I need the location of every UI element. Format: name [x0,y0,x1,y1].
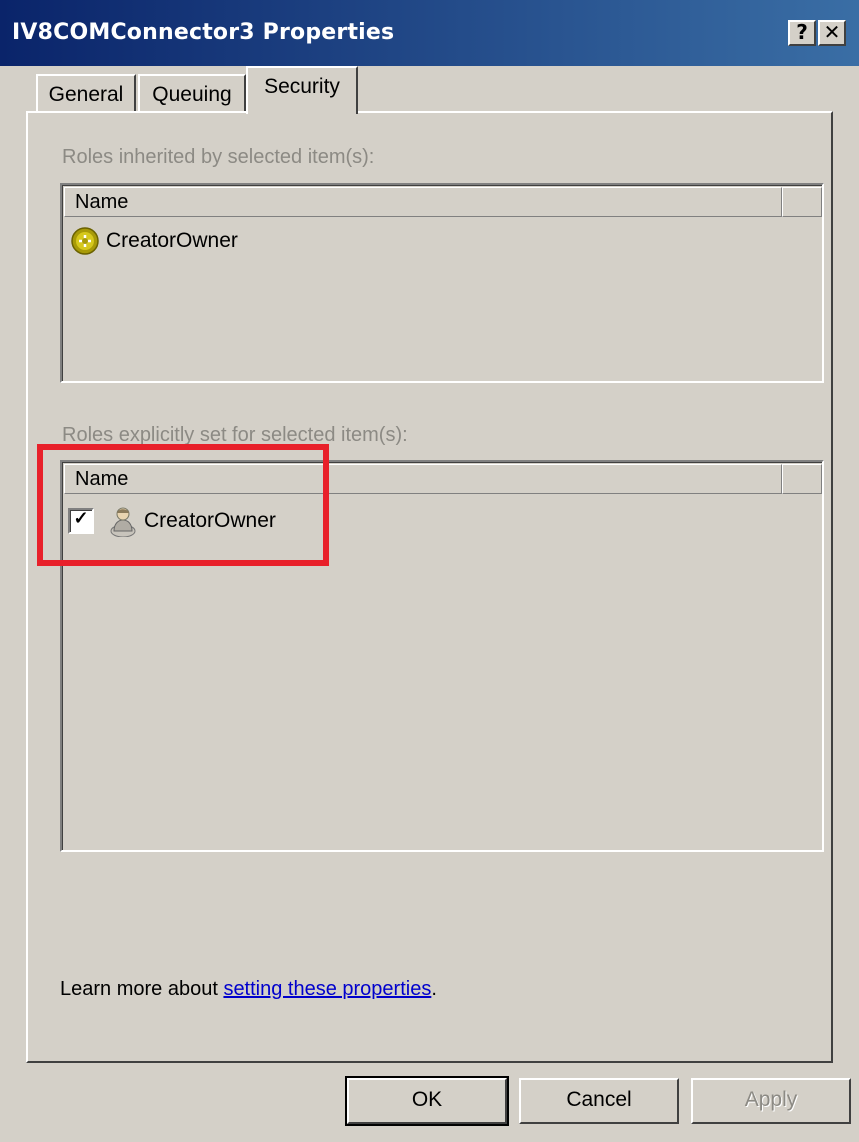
close-button[interactable]: ✕ [818,20,846,46]
learn-more-text: Learn more about setting these propertie… [60,978,437,1001]
check-mark: ✓ [73,508,89,528]
inherited-name-column-label: Name [75,191,129,213]
tab-queuing[interactable]: Queuing [138,74,246,114]
tab-security[interactable]: Security [246,66,358,114]
explicit-name-column-label: Name [75,468,129,490]
role-icon [70,226,100,256]
user-icon [108,505,138,538]
help-button[interactable]: ? [788,20,816,46]
window-title: IV8COMConnector3 Properties [12,20,395,45]
list-item[interactable]: CreatorOwner [70,225,238,257]
tab-general[interactable]: General [36,74,136,114]
tab-queuing-label: Queuing [152,83,232,106]
explicit-name-column-header[interactable]: Name [64,464,782,494]
inherited-header-filler [782,187,822,217]
learn-more-prefix: Learn more about [60,978,224,1000]
inherited-roles-label: Roles inherited by selected item(s): [62,146,375,168]
apply-button[interactable]: Apply [691,1078,851,1124]
cancel-button[interactable]: Cancel [519,1078,679,1124]
learn-more-suffix: . [431,978,437,1000]
tab-security-label: Security [264,75,340,98]
ok-button[interactable]: OK [345,1076,509,1126]
close-icon: ✕ [823,20,841,44]
explicit-header-filler [782,464,822,494]
role-name: CreatorOwner [106,229,238,252]
role-checkbox[interactable]: ✓ [68,508,94,534]
inherited-name-column-header[interactable]: Name [64,187,782,217]
list-item[interactable]: ✓ CreatorOwner [68,504,276,538]
role-name: CreatorOwner [144,509,276,532]
explicit-roles-label: Roles explicitly set for selected item(s… [62,424,408,446]
setting-properties-link[interactable]: setting these properties [223,978,431,1000]
explicit-roles-list[interactable]: Name ✓ CreatorOwner [60,460,824,852]
inherited-roles-list[interactable]: Name CreatorOwner [60,183,824,383]
tab-general-label: General [48,83,124,106]
